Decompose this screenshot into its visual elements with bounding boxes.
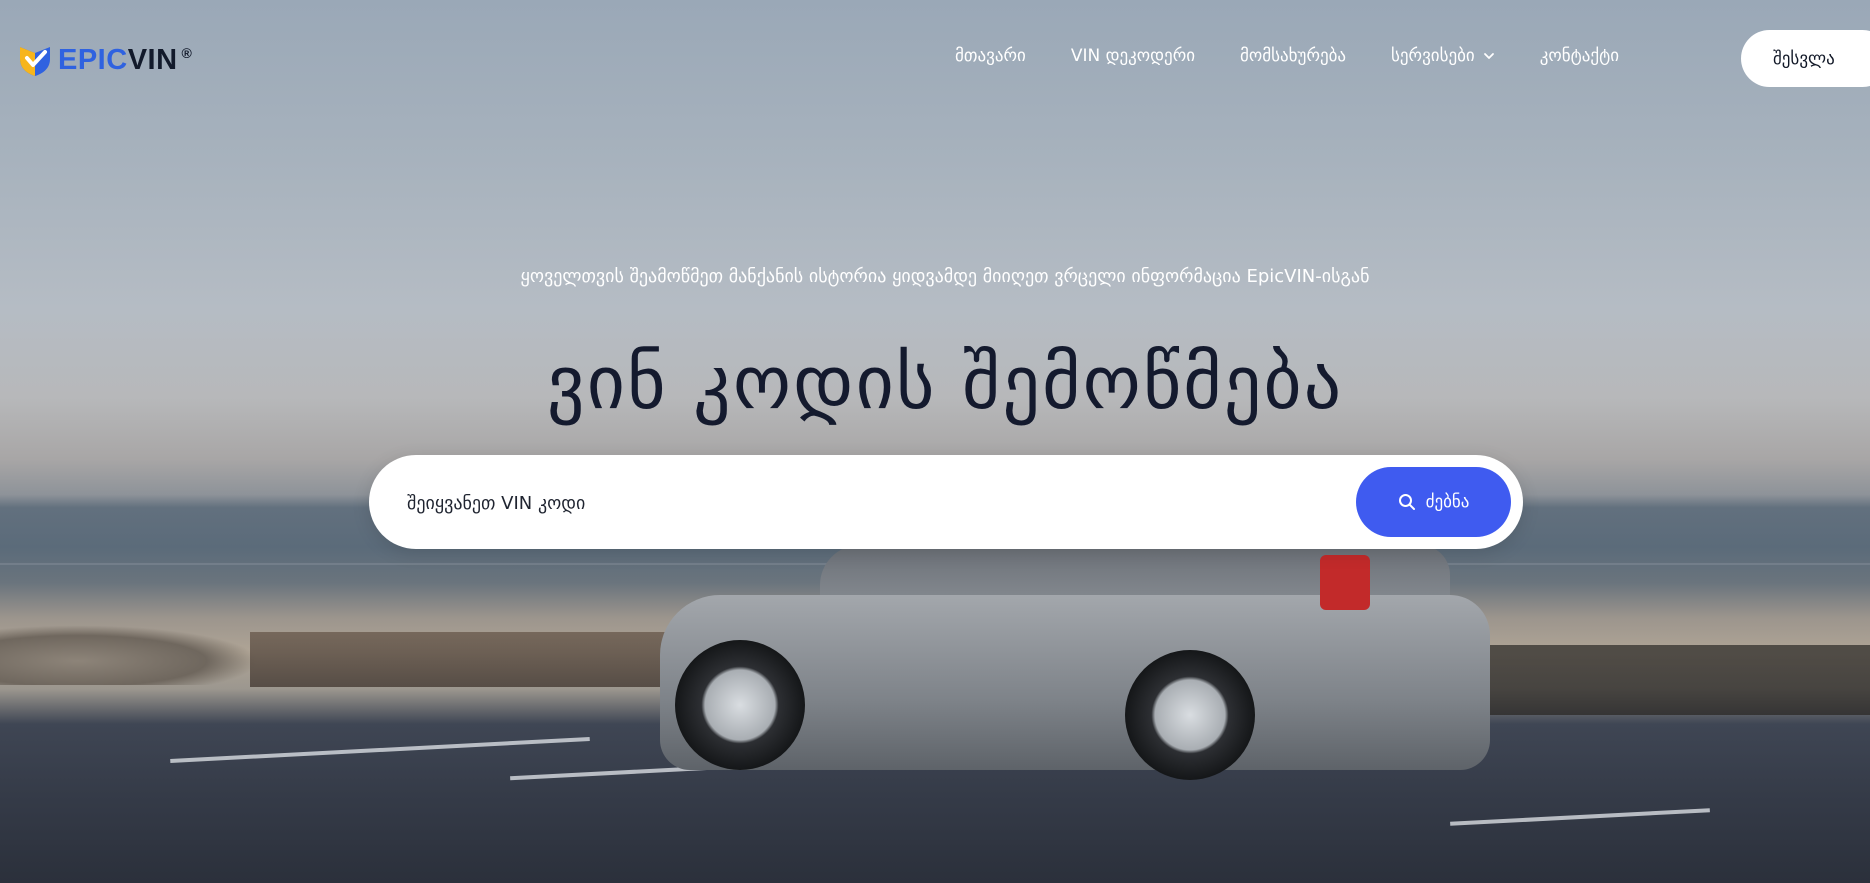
hero-tagline: ყოველთვის შეამოწმეთ მანქანის ისტორია ყიდ… [520, 266, 1370, 287]
search-button-label: ძებნა [1425, 492, 1470, 512]
registered-mark: ® [181, 44, 193, 61]
logo-shield-icon [20, 47, 50, 76]
car-wheel-rear [1125, 650, 1255, 780]
chevron-down-icon [1483, 53, 1494, 59]
logo-text-vin: VIN [127, 43, 178, 76]
search-icon [1398, 494, 1415, 510]
hero-section: EPICVIN ® მთავარი VIN დეკოდერი მომსახურებ… [0, 0, 1870, 883]
car-wheel-front [675, 640, 805, 770]
nav-item-label: სერვისები [1391, 46, 1475, 66]
parking-line [1450, 808, 1710, 826]
car-tail-light [1320, 555, 1370, 610]
seawall-right [1480, 645, 1870, 715]
vin-search-bar: ძებნა [369, 455, 1523, 549]
wooden-seawall [250, 632, 670, 687]
nav-item-label: მთავარი [955, 46, 1026, 66]
main-nav: მთავარი VIN დეკოდერი მომსახურება სერვისე… [955, 46, 1619, 66]
logo-text: EPICVIN ® [58, 44, 192, 77]
parking-line [170, 737, 590, 763]
shore-rocks [0, 625, 260, 685]
hero-car-image [650, 545, 1490, 790]
nav-item-label: VIN დეკოდერი [1070, 46, 1196, 66]
nav-item-services-dropdown[interactable]: სერვისები [1391, 46, 1495, 66]
epicvin-logo[interactable]: EPICVIN ® [18, 42, 192, 78]
login-button[interactable]: შესვლა [1741, 30, 1870, 87]
vin-search-input[interactable] [405, 477, 1309, 529]
nav-item-service[interactable]: მომსახურება [1240, 46, 1346, 66]
nav-item-vin-decoder[interactable]: VIN დეკოდერი [1071, 46, 1195, 66]
hero-headline: ვინ კოდის შემოწმება [546, 340, 1344, 426]
nav-item-contact[interactable]: კონტაქტი [1540, 46, 1619, 66]
nav-item-home[interactable]: მთავარი [955, 46, 1026, 66]
logo-text-epic: EPIC [58, 43, 128, 76]
search-button[interactable]: ძებნა [1356, 467, 1511, 537]
nav-item-label: მომსახურება [1240, 46, 1347, 66]
nav-item-label: კონტაქტი [1539, 46, 1620, 66]
